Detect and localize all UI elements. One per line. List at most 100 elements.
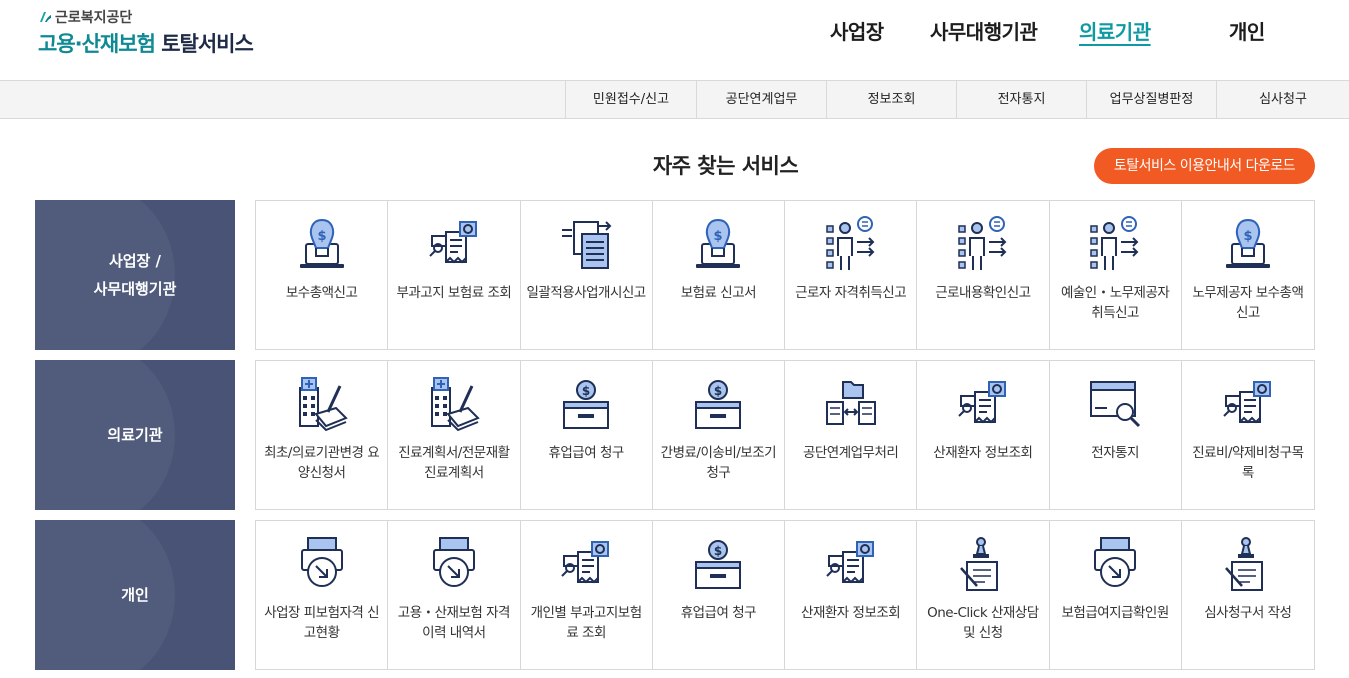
- service-item[interactable]: 보험급여지급확인원: [1050, 521, 1182, 669]
- service-item-label: 최초/의료기관변경 요양신청서: [264, 445, 380, 481]
- stamp-document-icon: [953, 534, 1013, 594]
- service-item[interactable]: $ 휴업급여 청구: [653, 521, 785, 669]
- service-grid: $ 보수총액신고 부과고지 보험료 조회 일괄적용사업개시신고 $ 보험료 신고…: [255, 200, 1315, 350]
- service-item[interactable]: One-Click 산재상담 및 신청: [917, 521, 1050, 669]
- service-item-label: 예술인・노무제공자 취득신고: [1060, 285, 1170, 321]
- service-item[interactable]: 부과고지 보험료 조회: [388, 201, 521, 349]
- service-row: 의료기관 최초/의료기관변경 요양신청서 진료계획서/전문재활진료계획서 $ 휴…: [35, 360, 1315, 510]
- category-label: 의료기관: [35, 360, 235, 510]
- mail-search-icon: [1085, 374, 1145, 434]
- service-item[interactable]: 산재환자 정보조회: [917, 361, 1050, 509]
- site-header: 근로복지공단 고용·산재보험 토탈서비스 사업장 사무대행기관 의료기관 개인: [0, 0, 1349, 80]
- service-item[interactable]: 일괄적용사업개시신고: [521, 201, 653, 349]
- service-item-label: 부과고지 보험료 조회: [396, 285, 512, 301]
- service-item[interactable]: $ 휴업급여 청구: [521, 361, 653, 509]
- service-item-label: 간병료/이송비/보조기 청구: [660, 445, 777, 481]
- worker-list-icon: [953, 214, 1013, 274]
- printer-download-icon: [1085, 534, 1145, 594]
- money-laptop-icon: $: [688, 214, 748, 274]
- service-item[interactable]: 진료비/약제비청구목록: [1182, 361, 1314, 509]
- service-item-label: 휴업급여 청구: [680, 605, 757, 621]
- subnav-complaint[interactable]: 민원접수/신고: [565, 81, 696, 118]
- printer-download-icon: [424, 534, 484, 594]
- subnav-review-request[interactable]: 심사청구: [1216, 81, 1349, 118]
- service-item[interactable]: 공단연계업무처리: [785, 361, 918, 509]
- stamp-document-icon: [1218, 534, 1278, 594]
- money-box-icon: $: [556, 374, 616, 434]
- service-item[interactable]: 전자통지: [1050, 361, 1182, 509]
- receipt-search-icon: [953, 374, 1013, 434]
- subnav-e-notice[interactable]: 전자통지: [956, 81, 1086, 118]
- service-item[interactable]: 근로자 자격취득신고: [785, 201, 918, 349]
- service-item-label: 산재환자 정보조회: [933, 445, 1033, 461]
- money-box-icon: $: [688, 374, 748, 434]
- receipt-search-icon: [556, 534, 616, 594]
- nav-agency[interactable]: 사무대행기관: [930, 16, 1038, 45]
- subnav-linked-work[interactable]: 공단연계업무: [696, 81, 826, 118]
- receipt-search-icon: [1218, 374, 1278, 434]
- guide-download-button[interactable]: 토탈서비스 이용안내서 다운로드: [1094, 148, 1315, 184]
- service-item[interactable]: 진료계획서/전문재활진료계획서: [388, 361, 521, 509]
- service-item[interactable]: 개인별 부과고지보험료 조회: [521, 521, 653, 669]
- svg-text:$: $: [714, 384, 722, 398]
- main-nav: 사업장 사무대행기관 의료기관 개인: [0, 16, 1349, 46]
- sub-nav: 민원접수/신고 공단연계업무 정보조회 전자통지 업무상질병판정 심사청구: [0, 80, 1349, 119]
- service-item[interactable]: 예술인・노무제공자 취득신고: [1050, 201, 1182, 349]
- service-item[interactable]: 고용・산재보험 자격 이력 내역서: [388, 521, 521, 669]
- service-item-label: 보험급여지급확인원: [1061, 605, 1169, 621]
- service-item-label: 보험료 신고서: [680, 285, 757, 301]
- service-item-label: 근로내용확인신고: [935, 285, 1031, 301]
- svg-text:$: $: [714, 229, 723, 244]
- service-item[interactable]: 심사청구서 작성: [1182, 521, 1314, 669]
- service-item-label: 진료계획서/전문재활진료계획서: [398, 445, 510, 481]
- receipt-search-icon: [424, 214, 484, 274]
- svg-text:$: $: [317, 229, 326, 244]
- service-item[interactable]: 산재환자 정보조회: [785, 521, 918, 669]
- nav-workplace[interactable]: 사업장: [830, 16, 884, 45]
- service-item[interactable]: $ 간병료/이송비/보조기 청구: [653, 361, 785, 509]
- folder-exchange-icon: [821, 374, 881, 434]
- service-item-label: 노무제공자 보수총액신고: [1192, 285, 1304, 321]
- service-item-label: 산재환자 정보조회: [801, 605, 901, 621]
- service-item[interactable]: 근로내용확인신고: [917, 201, 1050, 349]
- money-box-icon: $: [688, 534, 748, 594]
- service-item[interactable]: 최초/의료기관변경 요양신청서: [256, 361, 389, 509]
- hospital-document-icon: [292, 374, 352, 434]
- category-label: 개인: [35, 520, 235, 670]
- nav-medical[interactable]: 의료기관: [1079, 16, 1151, 45]
- service-item-label: 일괄적용사업개시신고: [526, 285, 647, 301]
- service-grid: 사업장 피보험자격 신고현황 고용・산재보험 자격 이력 내역서 개인별 부과고…: [255, 520, 1315, 670]
- document-arrow-icon: [556, 214, 616, 274]
- service-item-label: 심사청구서 작성: [1204, 605, 1292, 621]
- service-item[interactable]: $ 보수총액신고: [256, 201, 389, 349]
- service-item-label: 전자통지: [1091, 445, 1139, 461]
- printer-download-icon: [292, 534, 352, 594]
- svg-text:$: $: [1243, 229, 1252, 244]
- worker-list-icon: [1085, 214, 1145, 274]
- service-item-label: 공단연계업무처리: [802, 445, 899, 461]
- svg-text:$: $: [714, 544, 722, 558]
- subnav-disease-judgment[interactable]: 업무상질병판정: [1086, 81, 1216, 118]
- money-laptop-icon: $: [292, 214, 352, 274]
- subnav-info-lookup[interactable]: 정보조회: [826, 81, 956, 118]
- worker-list-icon: [821, 214, 881, 274]
- service-grid: 최초/의료기관변경 요양신청서 진료계획서/전문재활진료계획서 $ 휴업급여 청…: [255, 360, 1315, 510]
- receipt-search-icon: [821, 534, 881, 594]
- money-laptop-icon: $: [1218, 214, 1278, 274]
- service-item-label: 근로자 자격취득신고: [795, 285, 907, 301]
- service-item[interactable]: 사업장 피보험자격 신고현황: [256, 521, 389, 669]
- service-item-label: 사업장 피보험자격 신고현황: [264, 605, 380, 641]
- service-item-label: 고용・산재보험 자격 이력 내역서: [397, 605, 511, 641]
- svg-text:$: $: [582, 384, 590, 398]
- service-row: 사업장 / 사무대행기관 $ 보수총액신고 부과고지 보험료 조회 일괄적용사업…: [35, 200, 1315, 350]
- nav-personal[interactable]: 개인: [1229, 16, 1265, 45]
- service-item-label: 개인별 부과고지보험료 조회: [530, 605, 643, 641]
- service-item-label: One-Click 산재상담 및 신청: [927, 605, 1039, 641]
- service-row: 개인 사업장 피보험자격 신고현황 고용・산재보험 자격 이력 내역서 개인별 …: [35, 520, 1315, 670]
- service-item-label: 보수총액신고: [285, 285, 358, 301]
- service-item[interactable]: $ 노무제공자 보수총액신고: [1182, 201, 1314, 349]
- service-item[interactable]: $ 보험료 신고서: [653, 201, 785, 349]
- service-item-label: 휴업급여 청구: [548, 445, 624, 461]
- service-item-label: 진료비/약제비청구목록: [1192, 445, 1304, 481]
- category-label: 사업장 / 사무대행기관: [35, 200, 235, 350]
